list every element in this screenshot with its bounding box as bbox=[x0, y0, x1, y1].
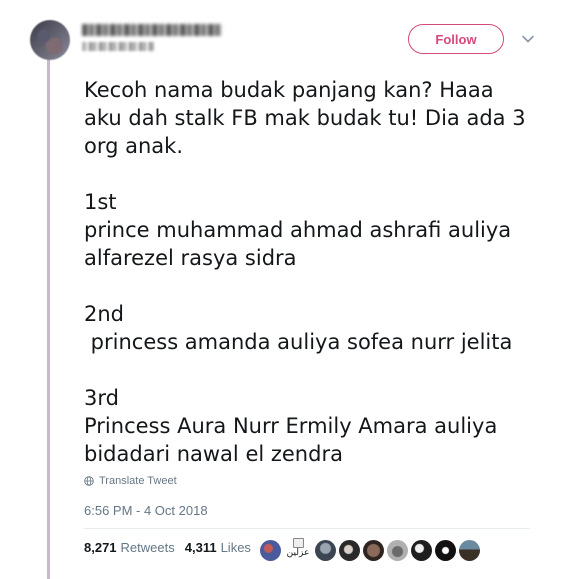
tweet-line: bidadari nawal el zendra bbox=[84, 442, 343, 466]
liker-avatar[interactable] bbox=[459, 539, 480, 561]
blurred-username[interactable] bbox=[82, 42, 154, 51]
liker-avatar[interactable] bbox=[315, 539, 336, 561]
follow-button[interactable]: Follow bbox=[408, 24, 504, 54]
translate-tweet-link[interactable]: Translate Tweet bbox=[84, 475, 177, 487]
tweet-line: alfarezel rasya sidra bbox=[84, 246, 297, 270]
engagement-stats: 8,271 Retweets 4,311 Likes bbox=[84, 540, 261, 555]
globe-icon bbox=[84, 476, 94, 486]
liker-avatar[interactable] bbox=[411, 539, 432, 561]
tweet-line: aku dah stalk FB mak budak tu! Dia ada 3 bbox=[84, 106, 526, 130]
tweet-line: 2nd bbox=[84, 302, 125, 326]
tweet-line: Princess Aura Nurr Ermily Amara auliya bbox=[84, 414, 498, 438]
thread-connector-line bbox=[47, 58, 50, 579]
tweet-text: Kecoh nama budak panjang kan? Haaa aku d… bbox=[84, 76, 554, 468]
tweet-line: Kecoh nama budak panjang kan? Haaa bbox=[84, 78, 494, 102]
tweet-timestamp[interactable]: 6:56 PM - 4 Oct 2018 bbox=[84, 503, 208, 518]
liker-avatar[interactable] bbox=[387, 539, 408, 561]
tweet-line: 3rd bbox=[84, 386, 119, 410]
tweet-line: princess amanda auliya sofea nurr jelita bbox=[84, 330, 513, 354]
liker-avatars: عزلين bbox=[260, 538, 480, 562]
tweet-line: org anak. bbox=[84, 134, 184, 158]
liker-avatar[interactable] bbox=[260, 539, 281, 561]
likes-count[interactable]: 4,311 bbox=[185, 540, 217, 555]
retweets-count[interactable]: 8,271 bbox=[84, 540, 117, 555]
blurred-display-name[interactable] bbox=[82, 24, 222, 36]
likes-label[interactable]: Likes bbox=[221, 540, 251, 555]
divider bbox=[84, 528, 530, 529]
liker-avatar[interactable] bbox=[339, 539, 360, 561]
tweet-line: 1st bbox=[84, 190, 117, 214]
retweets-label[interactable]: Retweets bbox=[121, 540, 175, 555]
broken-image-icon[interactable]: عزلين bbox=[284, 538, 312, 562]
liker-avatar[interactable] bbox=[363, 539, 384, 561]
chevron-down-icon[interactable] bbox=[521, 32, 535, 46]
broken-image-alt-text: عزلين bbox=[286, 548, 310, 558]
translate-tweet-label[interactable]: Translate Tweet bbox=[99, 475, 177, 487]
tweet-line: prince muhammad ahmad ashrafi auliya bbox=[84, 218, 512, 242]
liker-avatar[interactable] bbox=[435, 539, 456, 561]
avatar[interactable] bbox=[30, 20, 70, 60]
